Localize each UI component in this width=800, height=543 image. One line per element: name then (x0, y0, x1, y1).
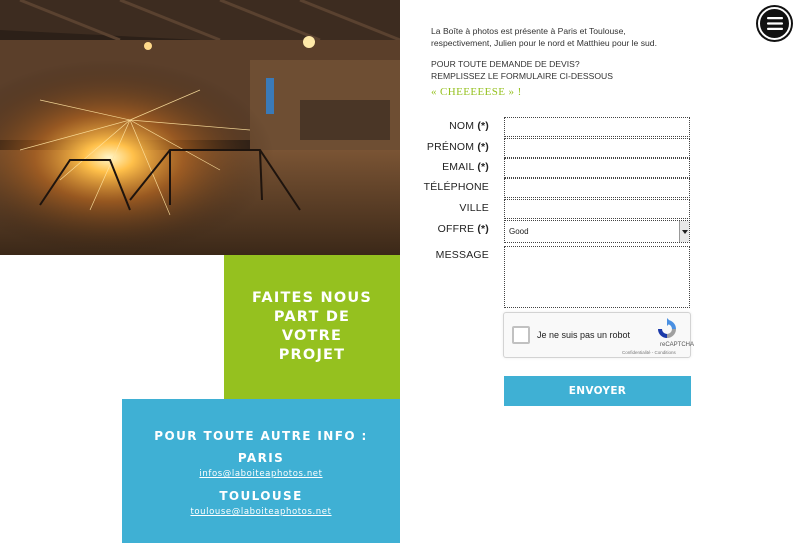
hamburger-menu-icon (766, 17, 783, 30)
recaptcha-brand: reCAPTCHA (660, 342, 695, 348)
message-label: MESSAGE (435, 249, 489, 261)
recaptcha-terms-link[interactable]: Confidentialité - Conditions (622, 350, 676, 355)
email-toulouse-link[interactable]: toulouse@laboiteaphotos.net (122, 507, 400, 518)
prenom-label: PRÉNOM (*) (426, 141, 489, 153)
quote-request-line: POUR TOUTE DEMANDE DE DEVIS? (431, 59, 580, 69)
message-textarea[interactable] (504, 246, 690, 308)
ville-input[interactable] (504, 199, 690, 219)
contact-info-block: POUR TOUTE AUTRE INFO : PARIS infos@labo… (122, 399, 400, 543)
send-button[interactable]: ENVOYER (504, 376, 691, 406)
recaptcha-widget: Je ne suis pas un robot reCAPTCHA Confid… (503, 312, 695, 358)
city-paris: PARIS (237, 451, 285, 465)
project-cta-line: VOTRE (281, 328, 343, 344)
form-row-telephone: TÉLÉPHONE (392, 178, 692, 198)
intro-line: La Boîte à photos est présente à Paris e… (431, 26, 626, 36)
project-cta-line: PART DE (273, 309, 351, 325)
fill-form-line: REMPLISSEZ LE FORMULAIRE CI-DESSOUS (431, 70, 613, 81)
recaptcha-checkbox[interactable] (512, 326, 530, 344)
project-cta-line: FAITES NOUS (251, 290, 373, 306)
city-toulouse: TOULOUSE (219, 489, 303, 503)
nom-label: NOM (*) (449, 120, 489, 132)
email-label: EMAIL (*) (442, 161, 489, 173)
cheese-tagline: « CHEEEEESE » ! (431, 86, 522, 98)
email-paris-link[interactable]: infos@laboiteaphotos.net (122, 469, 400, 480)
project-cta-line: PROJET (278, 347, 346, 363)
offre-label: OFFRE (*) (437, 223, 489, 235)
intro-line: respectivement, Julien pour le nord et M… (431, 37, 657, 48)
menu-button[interactable] (758, 7, 791, 40)
telephone-label: TÉLÉPHONE (423, 181, 489, 193)
form-row-email: EMAIL (*) (392, 158, 692, 178)
form-row-message: MESSAGE (392, 246, 692, 308)
intro-text: La Boîte à photos est présente à Paris e… (431, 26, 731, 82)
form-row-ville: VILLE (392, 199, 692, 219)
form-row-prenom: PRÉNOM (*) (392, 138, 692, 158)
offre-selected-value: Good (509, 227, 529, 236)
contact-info-heading: POUR TOUTE AUTRE INFO : (154, 429, 368, 443)
nom-input[interactable] (504, 117, 690, 137)
project-cta-title: FAITES NOUS PART DE VOTRE PROJET (237, 289, 387, 365)
form-row-offre: OFFRE (*) Good (392, 220, 692, 243)
workshop-photo (0, 0, 400, 255)
prenom-input[interactable] (504, 138, 690, 158)
project-cta-block: FAITES NOUS PART DE VOTRE PROJET (224, 255, 400, 399)
ville-label: VILLE (459, 202, 489, 214)
recaptcha-label: Je ne suis pas un robot (537, 330, 631, 340)
offre-select[interactable]: Good (504, 220, 690, 243)
recaptcha-icon (656, 318, 678, 345)
chevron-down-icon[interactable] (679, 221, 689, 242)
form-row-nom: NOM (*) (392, 117, 692, 137)
email-input[interactable] (504, 158, 690, 178)
telephone-input[interactable] (504, 178, 690, 198)
